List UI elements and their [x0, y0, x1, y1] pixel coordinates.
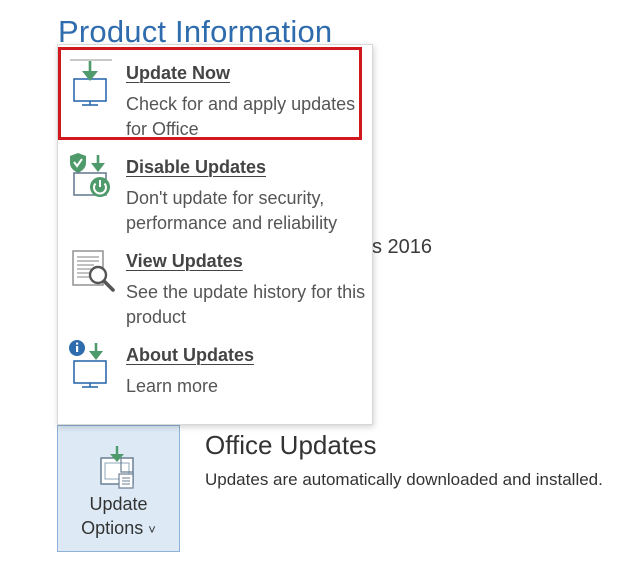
- menu-item-view-updates[interactable]: View Updates See the update history for …: [58, 237, 372, 327]
- disable-updates-description: Don't update for security, performance a…: [126, 188, 338, 233]
- product-name-fragment: s 2016: [372, 236, 433, 258]
- menu-item-disable-updates[interactable]: Disable Updates Don't update for securit…: [58, 143, 372, 233]
- view-updates-description: See the update history for this product: [126, 282, 366, 327]
- about-updates-description: Learn more: [126, 376, 219, 396]
- update-now-icon: [70, 59, 112, 106]
- update-options-menu: Update Now Check for and apply updates f…: [57, 44, 373, 425]
- menu-item-about-updates[interactable]: About Updates Learn more: [58, 331, 372, 421]
- disable-updates-icon: [70, 153, 110, 197]
- update-options-label-line2: Options ˅: [58, 516, 179, 542]
- office-updates-heading: Office Updates: [205, 430, 377, 460]
- update-options-label-text: Options: [81, 518, 144, 538]
- update-now-description: Check for and apply updates for Office: [126, 94, 356, 139]
- update-options-label: Update Options ˅: [58, 492, 179, 542]
- about-updates-icon: [69, 340, 107, 388]
- disable-updates-title: Disable Updates: [126, 157, 267, 177]
- chevron-down-icon: ˅: [148, 522, 156, 537]
- menu-item-update-now[interactable]: Update Now Check for and apply updates f…: [58, 49, 372, 139]
- update-options-label-line1: Update: [89, 494, 148, 514]
- update-options-button[interactable]: Update Options ˅: [57, 425, 180, 552]
- update-options-icon: [100, 446, 134, 489]
- view-updates-icon: [72, 250, 115, 292]
- about-updates-title: About Updates: [126, 345, 254, 365]
- office-updates-description: Updates are automatically downloaded and…: [205, 470, 603, 489]
- view-updates-title: View Updates: [126, 251, 243, 271]
- update-now-title: Update Now: [126, 63, 231, 83]
